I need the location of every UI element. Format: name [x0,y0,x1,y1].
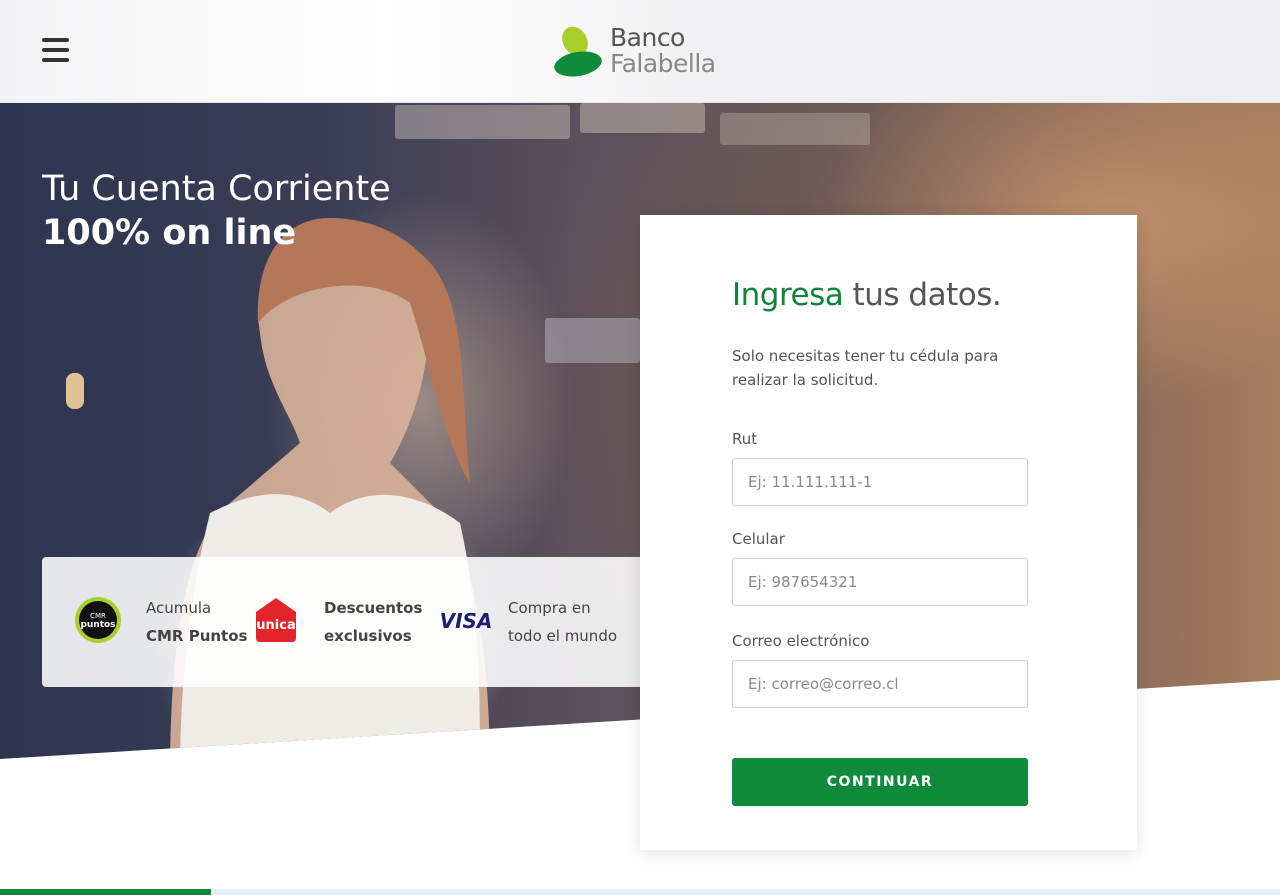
svg-text:unica: unica [256,618,295,633]
celular-label: Celular [732,530,785,548]
benefit-line1: Acumula [146,599,212,617]
background-window [545,318,640,363]
hero-title-line2: 100% on line [42,213,297,253]
celular-input[interactable] [732,558,1028,606]
progress-bar [0,889,1280,895]
form-title-rest: tus datos. [843,277,1002,313]
benefits-panel: CMR puntos Acumula CMR Puntos unica Desc… [42,557,682,687]
continuar-button[interactable]: CONTINUAR [732,758,1028,806]
form-title-accent: Ingresa [732,277,844,313]
benefit-cmr-puntos: CMR puntos Acumula CMR Puntos [74,594,247,650]
background-window [395,105,570,139]
rut-input[interactable] [732,458,1028,506]
email-label: Correo electrónico [732,632,870,650]
svg-text:CMR: CMR [90,612,106,620]
benefit-descuentos: unica Descuentos exclusivos [252,594,422,650]
benefit-line2: todo el mundo [508,627,618,645]
rut-label: Rut [732,430,758,448]
lamp-icon [66,373,84,409]
svg-text:puntos: puntos [80,620,115,630]
benefit-line2: CMR Puntos [146,627,248,645]
unica-icon: unica [252,596,300,648]
svg-text:VISA: VISA [440,609,492,633]
email-input[interactable] [732,660,1028,708]
background-window [720,113,870,145]
logo-mark-icon [553,24,605,78]
form-description: Solo necesitas tener tu cédula para real… [732,347,999,389]
benefit-visa: VISA Compra en todo el mundo [440,594,617,650]
background-window [580,103,705,133]
logo-text-falabella: Falabella [610,49,716,78]
progress-fill [0,889,212,895]
benefit-line2: exclusivos [324,627,412,645]
cmr-puntos-icon: CMR puntos [74,596,122,648]
banco-falabella-logo[interactable]: Banco Falabella [553,23,733,79]
hamburger-menu-icon[interactable] [42,38,70,62]
application-form-card: Ingresa tus datos. Solo necesitas tener … [640,215,1137,850]
benefit-line1: Compra en [508,599,591,617]
hero-title-line1: Tu Cuenta Corriente [42,169,391,209]
benefit-line1: Descuentos [324,599,423,617]
hero-title: Tu Cuenta Corriente 100% on line [42,167,391,255]
site-header: Banco Falabella [0,0,1280,103]
logo-text-banco: Banco [610,23,685,52]
form-title: Ingresa tus datos. [732,277,1002,313]
visa-icon: VISA [440,596,493,648]
